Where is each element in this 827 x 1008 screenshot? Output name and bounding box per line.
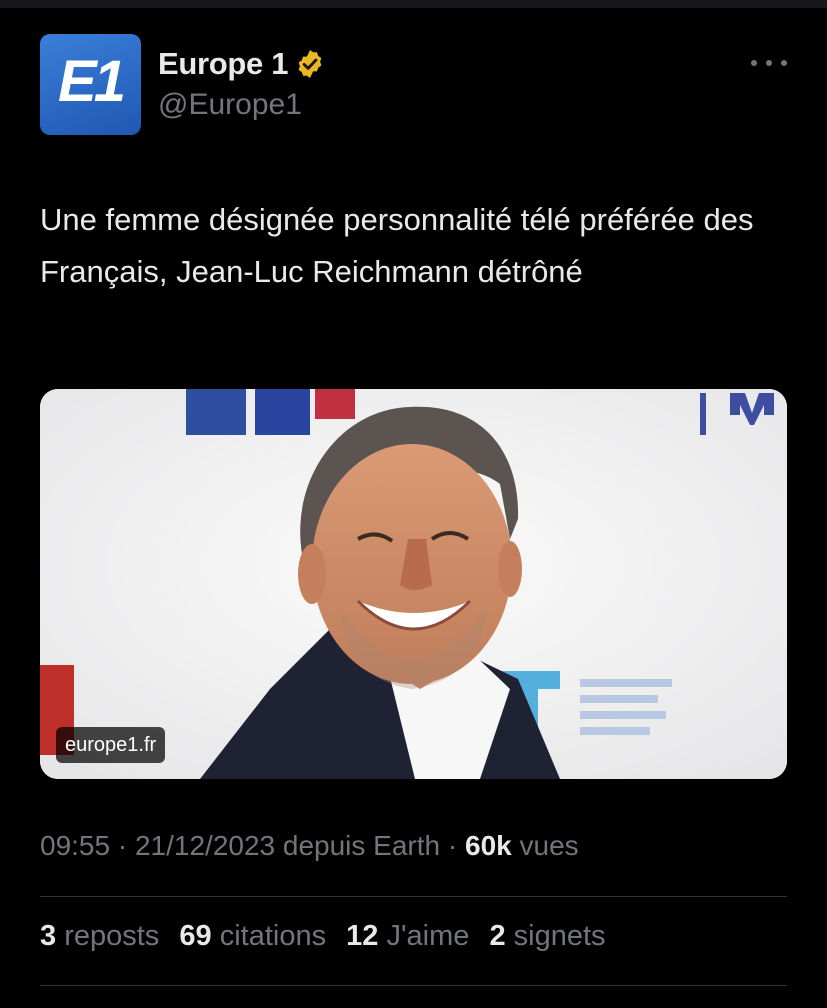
divider bbox=[40, 985, 787, 986]
meta-separator: · bbox=[447, 830, 458, 861]
quotes-stat[interactable]: 69 citations bbox=[179, 920, 326, 952]
reposts-stat[interactable]: 3 reposts bbox=[40, 920, 159, 952]
avatar[interactable]: E1 bbox=[40, 34, 141, 135]
likes-label: J'aime bbox=[386, 920, 470, 952]
views-label: vues bbox=[519, 830, 579, 861]
meta-separator: · bbox=[117, 830, 128, 861]
tweet-header: E1 Europe 1 @Europe1 bbox=[40, 34, 787, 136]
quotes-label: citations bbox=[219, 920, 327, 952]
media-source-badge[interactable]: europe1.fr bbox=[56, 727, 166, 763]
media-photo bbox=[40, 389, 787, 779]
display-name-row: Europe 1 bbox=[158, 44, 326, 84]
tweet-text: Une femme désignée personnalité télé pré… bbox=[40, 202, 754, 289]
tweet-source: depuis Earth bbox=[282, 830, 441, 861]
tweet-date[interactable]: 21/12/2023 bbox=[135, 830, 275, 861]
likes-count: 12 bbox=[346, 920, 379, 952]
bookmarks-stat[interactable]: 2 signets bbox=[489, 920, 605, 952]
reposts-count: 3 bbox=[40, 920, 57, 952]
tweet-time[interactable]: 09:55 bbox=[40, 830, 110, 861]
author-names: Europe 1 @Europe1 bbox=[158, 44, 326, 122]
verified-badge-icon bbox=[298, 50, 322, 78]
author-handle[interactable]: @Europe1 bbox=[158, 88, 326, 122]
avatar-logo-text: E1 bbox=[58, 49, 126, 114]
tweet-media-card[interactable]: europe1.fr bbox=[40, 389, 787, 779]
reposts-label: reposts bbox=[64, 920, 160, 952]
top-bar bbox=[0, 0, 827, 8]
author-display-name[interactable]: Europe 1 bbox=[158, 46, 289, 82]
bookmarks-count: 2 bbox=[489, 920, 506, 952]
tweet-meta: 09:55 · 21/12/2023 depuis Earth · 60k vu… bbox=[40, 830, 579, 862]
tweet-stats: 3 reposts 69 citations 12 J'aime 2 signe… bbox=[40, 920, 618, 953]
bookmarks-label: signets bbox=[513, 920, 606, 952]
quotes-count: 69 bbox=[179, 920, 212, 952]
views-count: 60k bbox=[465, 830, 512, 861]
more-options-icon[interactable] bbox=[751, 56, 787, 70]
divider bbox=[40, 896, 787, 897]
likes-stat[interactable]: 12 J'aime bbox=[346, 920, 469, 952]
